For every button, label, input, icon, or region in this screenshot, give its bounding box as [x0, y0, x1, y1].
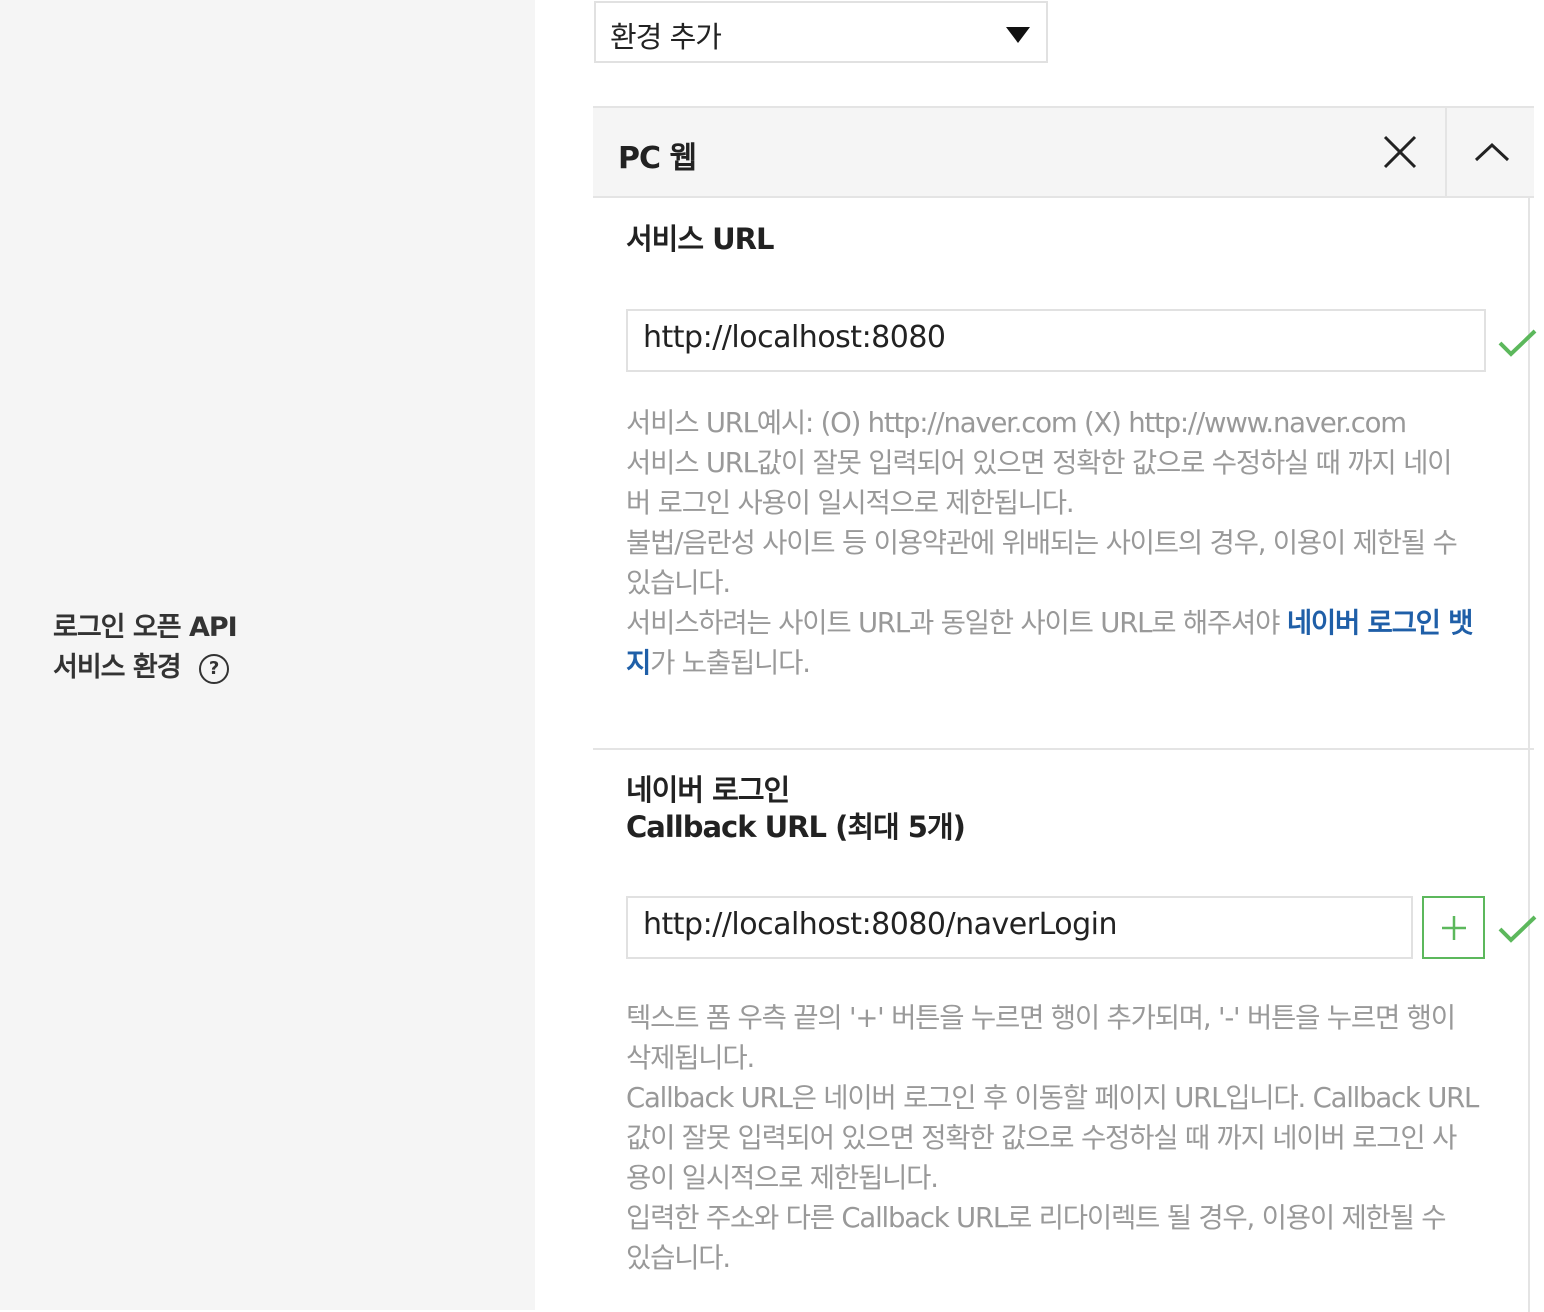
- section-label-line1: 로그인 오픈 API: [53, 612, 238, 643]
- panel-header: PC 웹: [593, 108, 1534, 198]
- check-icon: [1498, 329, 1537, 357]
- panel-title: PC 웹: [618, 141, 697, 176]
- callback-url-label-line1: 네이버 로그인: [626, 773, 790, 807]
- help-line: 버 로그인 사용이 일시적으로 제한됩니다.: [626, 487, 1075, 519]
- section-label-line2-row: 서비스 환경?: [53, 648, 237, 688]
- environment-select-value: 환경 추가: [610, 20, 722, 54]
- triangle-down-icon: [1006, 27, 1030, 43]
- section-label-line2: 서비스 환경: [53, 652, 182, 683]
- service-url-help: 서비스 URL예시: (O) http://naver.com (X) http…: [626, 403, 1506, 683]
- section-label: 로그인 오픈 API 서비스 환경?: [53, 608, 238, 688]
- environment-panel: PC 웹 서비스 URL http://localhost:8080 서비스 U…: [593, 106, 1537, 1312]
- check-icon: [1498, 915, 1537, 943]
- left-column: 로그인 오픈 API 서비스 환경?: [0, 0, 535, 1310]
- service-url-label: 서비스 URL: [626, 222, 774, 256]
- help-line: 서비스 URL값이 잘못 입력되어 있으면 정확한 값으로 수정하실 때 까지 …: [626, 447, 1452, 479]
- panel-right-border: [1528, 198, 1530, 1312]
- close-x-icon: [1383, 135, 1416, 169]
- callback-url-label-line2: Callback URL (최대 5개): [626, 810, 966, 844]
- help-line: 지가 노출됩니다.: [626, 643, 1506, 683]
- section-divider: [593, 748, 1534, 750]
- add-row-button[interactable]: [1422, 896, 1485, 959]
- help-line: 삭제됩니다.: [626, 1042, 755, 1074]
- service-url-input[interactable]: http://localhost:8080: [626, 309, 1486, 372]
- help-line: 있습니다.: [626, 567, 731, 599]
- environment-select[interactable]: 환경 추가: [594, 1, 1048, 63]
- callback-url-help: 텍스트 폼 우측 끝의 '+' 버튼을 누르면 행이 추가되며, '-' 버튼을…: [626, 998, 1506, 1278]
- collapse-button[interactable]: [1445, 108, 1536, 196]
- callback-url-label: 네이버 로그인 Callback URL (최대 5개): [626, 772, 966, 846]
- help-line: 용이 일시적으로 제한됩니다.: [626, 1162, 939, 1194]
- help-line: 값이 잘못 입력되어 있으면 정확한 값으로 수정하실 때 까지 네이버 로그인…: [626, 1122, 1457, 1154]
- chevron-up-icon: [1474, 142, 1509, 162]
- help-line: 불법/음란성 사이트 등 이용약관에 위배되는 사이트의 경우, 이용이 제한될…: [626, 527, 1458, 559]
- naver-login-badge-link[interactable]: 네이버 로그인 뱃: [1287, 607, 1474, 639]
- help-line: Callback URL은 네이버 로그인 후 이동할 페이지 URL입니다. …: [626, 1082, 1479, 1114]
- help-line: 서비스 URL예시: (O) http://naver.com (X) http…: [626, 407, 1407, 439]
- plus-icon: [1441, 915, 1466, 940]
- help-text-segment: 가 노출됩니다.: [650, 647, 811, 679]
- help-line: 있습니다.: [626, 1242, 731, 1274]
- naver-login-badge-link[interactable]: 지: [626, 647, 651, 679]
- question-circle-icon[interactable]: ?: [198, 654, 229, 684]
- close-button[interactable]: [1355, 108, 1444, 196]
- help-line: 텍스트 폼 우측 끝의 '+' 버튼을 누르면 행이 추가되며, '-' 버튼을…: [626, 1002, 1456, 1034]
- callback-url-input[interactable]: http://localhost:8080/naverLogin: [626, 896, 1413, 959]
- help-line: 입력한 주소와 다른 Callback URL로 리다이렉트 될 경우, 이용이…: [626, 1202, 1447, 1234]
- help-line: 서비스하려는 사이트 URL과 동일한 사이트 URL로 해주셔야 네이버 로그…: [626, 603, 1506, 643]
- help-text-segment: 서비스하려는 사이트 URL과 동일한 사이트 URL로 해주셔야: [626, 607, 1287, 639]
